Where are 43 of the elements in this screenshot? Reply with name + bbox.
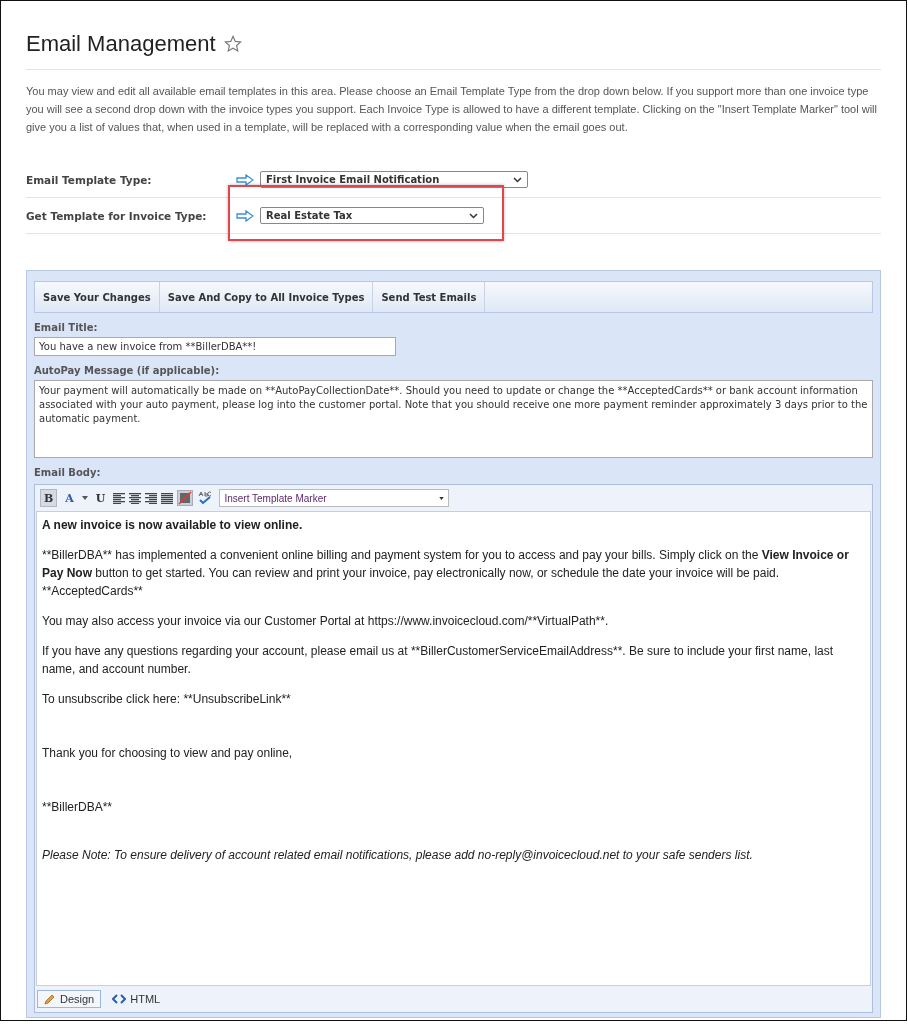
format-button[interactable]: B bbox=[40, 489, 58, 507]
slashed-square-icon[interactable] bbox=[177, 490, 194, 506]
field-label: Email Title: bbox=[34, 322, 99, 333]
body-paragraph: **BillerDBA** bbox=[42, 799, 114, 816]
arrow-right-icon bbox=[236, 209, 254, 222]
align-left-icon[interactable] bbox=[113, 492, 126, 504]
format-button[interactable]: U bbox=[91, 489, 110, 507]
toolbar-button[interactable]: Save And Copy to All Invoice Types bbox=[159, 282, 374, 312]
body-paragraph: A new invoice is now available to view online. bbox=[42, 517, 304, 534]
spellcheck-icon[interactable] bbox=[197, 491, 214, 505]
email-body-editor[interactable] bbox=[36, 511, 871, 986]
body-paragraph: Thank you for choosing to view and pay online, bbox=[42, 745, 294, 762]
align-center-icon[interactable] bbox=[129, 492, 142, 504]
mode-tab[interactable]: Design bbox=[37, 990, 102, 1008]
description-text: You may view and edit all available email templates in this area. Please choose an Email Template Type from the drop down below. If you support more than one invoice type you will see a second drop down with the invoice types you support. Each Invoice Type is allowed to have a different template. Clicking on the "Insert Template Marker" tool will give you a list of values that, when used in a template, will be replaced with a corresponding value when the email goes out. bbox=[26, 84, 878, 135]
toolbar-button[interactable]: Save Your Changes bbox=[35, 282, 160, 312]
toolbar-button[interactable]: Send Test Emails bbox=[373, 282, 486, 312]
pencil-icon bbox=[44, 993, 56, 1005]
mode-tab[interactable]: HTML bbox=[105, 990, 168, 1008]
page-title: Email Management bbox=[26, 31, 216, 57]
align-right-icon[interactable] bbox=[145, 492, 158, 504]
field-label: Email Body: bbox=[34, 467, 102, 478]
star-icon[interactable] bbox=[223, 35, 242, 53]
format-button[interactable]: A bbox=[61, 489, 78, 507]
caret-icon[interactable] bbox=[81, 496, 88, 500]
dropdown[interactable]: Real Estate Tax bbox=[260, 207, 484, 224]
arrow-right-icon bbox=[236, 173, 254, 186]
caret-icon bbox=[439, 496, 445, 500]
dropdown[interactable]: Insert Template Marker bbox=[219, 489, 450, 507]
input-field[interactable]: You have a new invoice from **BillerDBA**! bbox=[34, 337, 396, 356]
body-paragraph: **BillerDBA** has implemented a convenient online billing and payment system for you to access and pay your bills. Simply click on the View Invoice or Pay Now button to get started. You can review and print your invoice, pay electronically now, or schedule the date your invoice will be paid. **AcceptedCards** bbox=[42, 547, 850, 600]
field-label: Get Template for Invoice Type: bbox=[26, 209, 208, 222]
body-paragraph: If you have any questions regarding your account, please email us at **BillerCustomerServiceEmailAddress**. Be sure to include your first name, last name, and account number. bbox=[42, 643, 835, 678]
field-label: Email Template Type: bbox=[26, 173, 153, 186]
chevron-down-icon bbox=[469, 212, 478, 219]
code-icon bbox=[112, 994, 127, 1004]
body-paragraph: To unsubscribe click here: **UnsubscribeLink** bbox=[42, 691, 292, 708]
justify-icon[interactable] bbox=[161, 492, 174, 504]
field-label: AutoPay Message (if applicable): bbox=[34, 365, 221, 376]
body-paragraph: You may also access your invoice via our Customer Portal at https://www.invoicecloud.com/**VirtualPath**. bbox=[42, 613, 610, 630]
text-area[interactable]: Your payment will automatically be made on **AutoPayCollectionDate**. Should you need to update or change the **AcceptedCards** or bank account information associated with your auto payment, please log into the customer portal. Note that you should receive one more payment reminder approximately 3 days prior to the automatic payment. bbox=[34, 380, 873, 458]
body-paragraph: Please Note: To ensure delivery of account related email notifications, please add no-reply@invoicecloud.net to your safe senders list. bbox=[42, 847, 754, 864]
chevron-down-icon bbox=[513, 176, 522, 183]
